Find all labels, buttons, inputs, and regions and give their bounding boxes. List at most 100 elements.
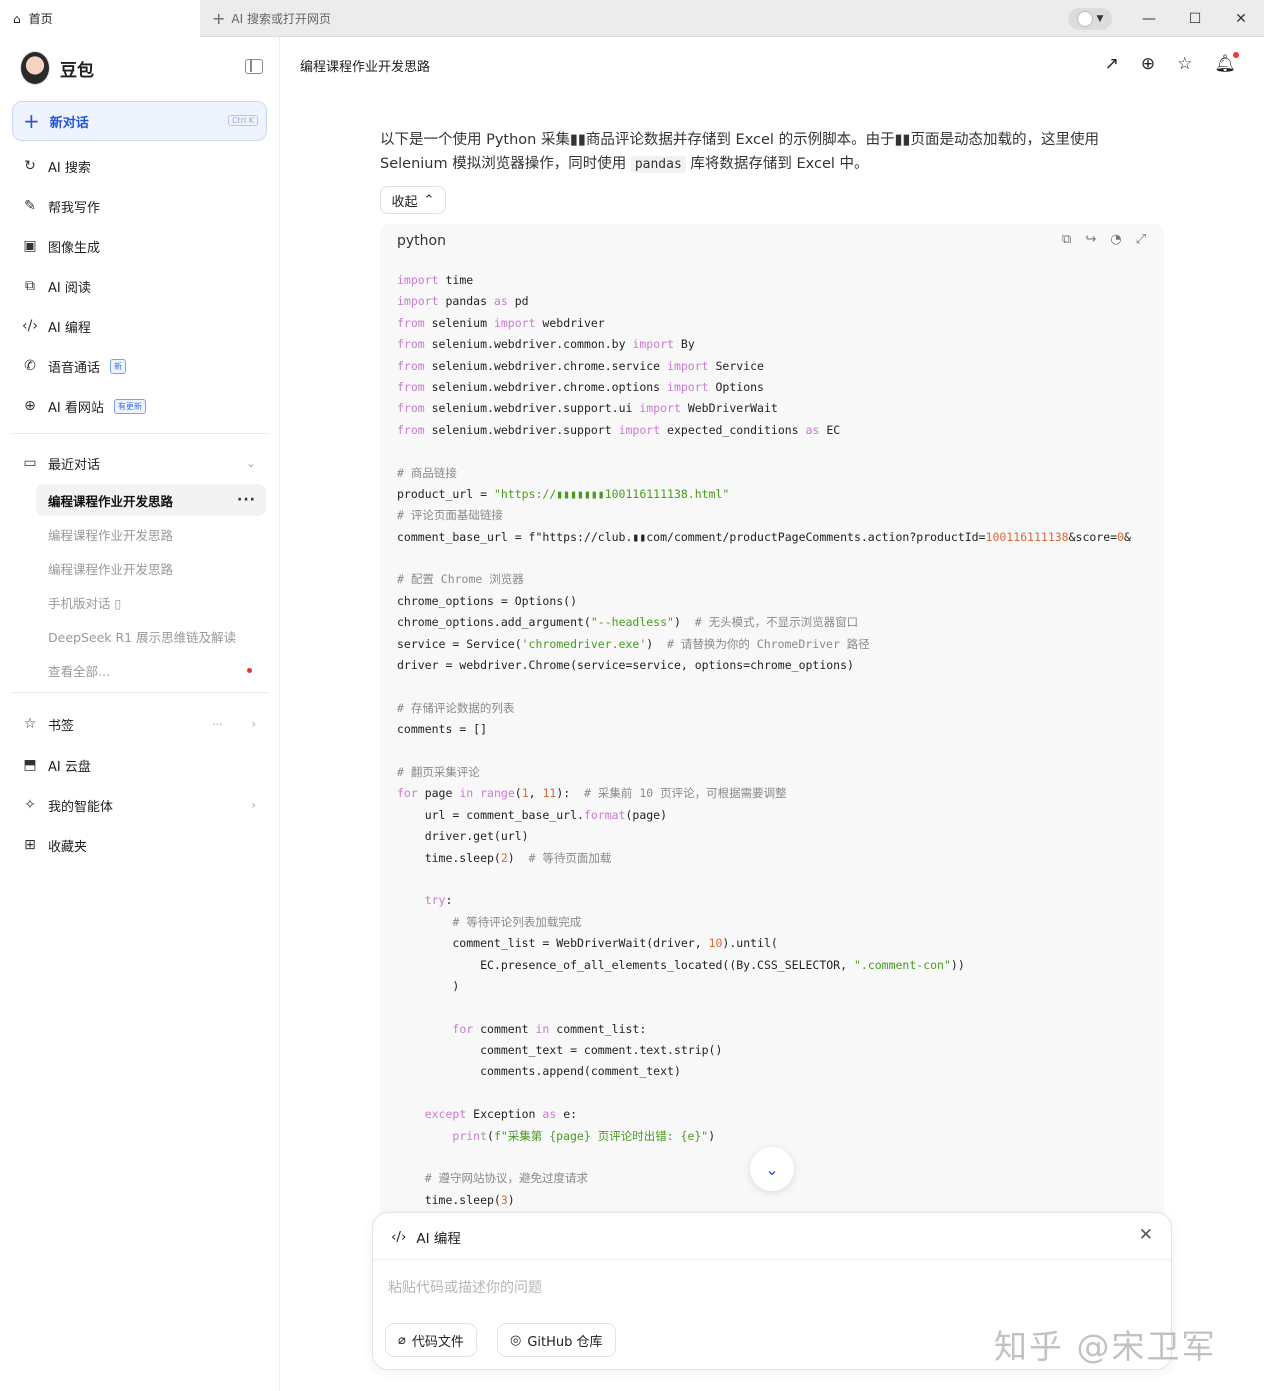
home-tab-label: 首页: [28, 12, 53, 26]
code-line: import time: [397, 273, 474, 287]
expand-icon[interactable]: ⤢: [1136, 232, 1146, 247]
sidebar-item-label: AI 云盘: [48, 759, 91, 775]
new-badge: 新: [110, 358, 127, 374]
recent-chat-item[interactable]: 编程课程作业开发思路: [36, 518, 266, 550]
code-file-button[interactable]: ⌀ 代码文件: [385, 1323, 477, 1357]
conversation-title: 编程课程作业开发思路: [300, 60, 431, 75]
sidebar-item-label: 语音通话: [48, 360, 101, 376]
sidebar-item-agents[interactable]: ✧ 我的智能体 ›: [12, 788, 268, 822]
recent-chats-header[interactable]: ▭ 最近对话 ⌄: [12, 446, 268, 480]
maximize-button[interactable]: ☐: [1172, 11, 1218, 27]
reading-icon: ⧉: [25, 278, 35, 294]
recent-chat-title: 编程课程作业开发思路: [48, 527, 174, 543]
recent-chat-item[interactable]: 手机版对话 ▯: [36, 586, 266, 618]
sidebar-item-label: 图像生成: [48, 240, 101, 256]
brand[interactable]: 豆包: [20, 51, 94, 85]
recent-chat-item[interactable]: DeepSeek R1 展示思维链及解读: [36, 620, 266, 652]
composer-mode-label: AI 编程: [416, 1231, 461, 1247]
code-line: EC.presence_of_all_elements_located((By.…: [397, 957, 965, 972]
sidebar-item-reading[interactable]: ⧉ AI 阅读: [12, 269, 268, 303]
home-tab[interactable]: ⌂ 首页: [0, 0, 200, 37]
run-icon[interactable]: ◔: [1110, 232, 1121, 247]
plus-icon: +: [23, 109, 40, 133]
sidebar-item-favorites[interactable]: ⊞ 收藏夹: [12, 828, 268, 862]
recent-chat-title: DeepSeek R1 展示思维链及解读: [48, 629, 237, 645]
close-window-button[interactable]: ✕: [1218, 11, 1264, 27]
chevron-down-icon: ⌄: [245, 456, 256, 470]
code-line: chrome_options = Options(): [397, 593, 578, 608]
code-line: # 配置 Chrome 浏览器: [397, 572, 524, 587]
new-chat-label: 新对话: [49, 115, 89, 131]
update-badge: 有更新: [113, 398, 146, 414]
share-icon[interactable]: ↪: [1085, 232, 1096, 247]
sidebar-toggle-icon[interactable]: [245, 59, 263, 74]
code-line: from selenium.webdriver.chrome.service i…: [397, 358, 764, 373]
recent-chats-label: 最近对话: [48, 457, 101, 473]
code-line: # 商品链接: [397, 465, 457, 480]
sidebar-item-label: AI 阅读: [48, 280, 91, 296]
phone-icon: ✆: [24, 358, 36, 374]
sidebar-item-label: AI 看网站: [48, 400, 104, 416]
code-line: from selenium.webdriver.support import e…: [397, 422, 841, 437]
sidebar-item-ai-search[interactable]: ↻ AI 搜索: [12, 149, 268, 183]
ai-search-icon: ↻: [24, 158, 36, 174]
header-actions: ↗ ⊕ ☆ 🔔︎: [1105, 52, 1239, 74]
sidebar-divider: [12, 692, 268, 693]
code-line: for page in range(1, 11): # 采集前 10 页评论，可…: [397, 786, 787, 801]
composer-divider: [373, 1259, 1171, 1260]
sidebar-item-coding[interactable]: ‹/› AI 编程: [12, 309, 268, 343]
close-icon[interactable]: ✕: [1139, 1225, 1153, 1245]
sidebar-divider: [12, 433, 268, 434]
recent-chat-title: 编程课程作业开发思路: [48, 493, 174, 509]
more-options-icon[interactable]: ···: [212, 718, 223, 731]
profile-menu[interactable]: ▼: [1068, 8, 1112, 30]
new-chat-button[interactable]: + 新对话 Ctrl K: [12, 101, 267, 141]
sidebar-item-bookmarks[interactable]: ☆ 书签 ··· ›: [12, 707, 268, 741]
sidebar-item-voice-call[interactable]: ✆ 语音通话 新: [12, 349, 268, 383]
shortcut-hint: Ctrl K: [227, 115, 258, 126]
sidebar-item-web-view[interactable]: ⊕ AI 看网站 有更新: [12, 389, 268, 423]
view-all-link[interactable]: 查看全部...: [36, 654, 266, 686]
code-line: driver.get(url): [397, 829, 529, 844]
code-icon: ‹/›: [22, 318, 38, 334]
code-line: from selenium.webdriver.chrome.options i…: [397, 379, 764, 394]
composer-mode: ‹/› AI 编程: [391, 1227, 461, 1247]
bell-icon[interactable]: 🔔︎: [1214, 52, 1239, 74]
sidebar-item-writing[interactable]: ✎ 帮我写作: [12, 189, 268, 223]
minimize-button[interactable]: —: [1126, 11, 1172, 27]
sidebar-item-label: AI 编程: [48, 320, 91, 336]
code-line: comment_text = comment.text.strip(): [397, 1043, 723, 1058]
code-line: product_url = "https://▮▮▮▮▮▮▮1001161111…: [397, 486, 730, 501]
code-line: time.sleep(3): [397, 1192, 515, 1207]
image-gen-icon: ▣: [23, 238, 37, 254]
copy-icon[interactable]: ⧉: [1062, 232, 1071, 247]
writing-icon: ✎: [24, 198, 36, 214]
more-options-icon[interactable]: ···: [237, 492, 256, 508]
share-icon[interactable]: ↗: [1105, 54, 1119, 74]
code-line: comments.append(comment_text): [397, 1064, 681, 1079]
new-window-icon[interactable]: ⊕: [1141, 54, 1155, 74]
chevron-right-icon: ›: [251, 798, 256, 812]
code-line: ): [397, 978, 460, 993]
notification-dot: [1233, 52, 1239, 58]
chevron-right-icon: ›: [251, 717, 256, 731]
agent-icon: ✧: [24, 797, 36, 813]
star-icon[interactable]: ☆: [1177, 54, 1192, 74]
new-tab[interactable]: + AI 搜索或打开网页: [212, 0, 331, 37]
inline-code: pandas: [630, 156, 686, 173]
home-icon: ⌂: [13, 11, 21, 26]
collapse-button[interactable]: 收起 ⌃: [380, 186, 446, 214]
code-file-label: 代码文件: [411, 1334, 464, 1350]
code-block-header: python: [380, 224, 1164, 258]
sidebar-item-image-gen[interactable]: ▣ 图像生成: [12, 229, 268, 263]
github-repo-button[interactable]: ◎ GitHub 仓库: [497, 1323, 616, 1357]
code-line: import pandas as pd: [397, 294, 529, 309]
sidebar-item-cloud-disk[interactable]: ⬒ AI 云盘: [12, 748, 268, 782]
scroll-to-bottom-button[interactable]: ⌄: [750, 1147, 794, 1191]
recent-chat-item[interactable]: 编程课程作业开发思路 ···: [36, 484, 266, 516]
assistant-message-text: 以下是一个使用 Python 采集▮▮商品评论数据并存储到 Excel 的示例脚…: [380, 128, 1160, 177]
recent-chat-item[interactable]: 编程课程作业开发思路: [36, 552, 266, 584]
message-input[interactable]: 粘贴代码或描述你的问题: [388, 1277, 542, 1297]
